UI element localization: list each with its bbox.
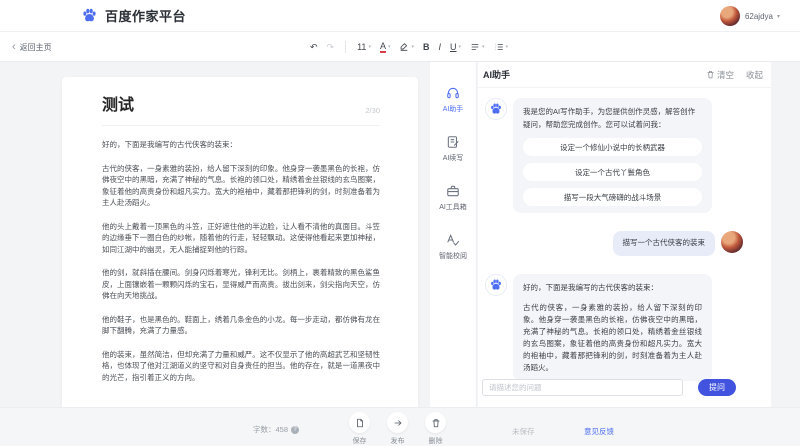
user-menu[interactable]: 62ajdya ▾ <box>720 0 780 32</box>
doc-paragraph: 他的剑，就斜插在腰间。剑身闪烁着寒光，锋利无比。剑柄上，裹着精致的黑色鲨鱼皮，上… <box>102 267 380 302</box>
user-avatar <box>721 231 743 253</box>
ai-assistant-panel: AI助手 清空 收起 我是您的AI写作助手，为您提供创作灵感，解答创作疑问，帮助… <box>478 62 771 407</box>
doc-paragraph: 他的鞋子，也是黑色的。鞋面上，绣着几条金色的小龙。每一步走动，都仿佛有龙在脚下翻… <box>102 314 380 337</box>
back-home-label: 返回主页 <box>20 42 52 53</box>
save-button[interactable]: 保存 <box>349 412 370 446</box>
chat-messages: 我是您的AI写作助手，为您提供创作灵感，解答创作疑问，帮助您完成创作。您可以试着… <box>478 88 771 381</box>
chat-panel-title: AI助手 <box>483 68 510 81</box>
question-input[interactable] <box>482 379 683 396</box>
publish-arrow-icon <box>393 418 403 428</box>
app-header: 百度作家平台 62ajdya ▾ <box>0 0 800 32</box>
ai-avatar <box>485 274 507 296</box>
align-icon <box>470 42 480 52</box>
sidebar-item-ai-assistant[interactable]: AI助手 <box>443 86 464 114</box>
ai-message-row: 我是您的AI写作助手，为您提供创作灵感，解答创作疑问，帮助您完成创作。您可以试着… <box>485 98 743 213</box>
chat-input-row: 提问 <box>478 379 771 396</box>
chevron-down-icon: ▾ <box>506 45 509 50</box>
compose-icon <box>446 135 460 149</box>
editor-toolbar: ‹ 返回主页 ↶ ↷ 11 ▾ A ▾ ▾ B I U ▾ ▾ ▾ <box>0 32 800 62</box>
trash-icon <box>431 418 441 428</box>
text-color-button[interactable]: A ▾ <box>380 42 391 53</box>
ai-avatar <box>485 98 507 120</box>
ai-welcome-bubble: 我是您的AI写作助手，为您提供创作灵感，解答创作疑问，帮助您完成创作。您可以试着… <box>513 98 712 213</box>
chevron-down-icon: ▾ <box>482 45 485 50</box>
footer-bar: 字数： 458 ? 保存 发布 删除 未保存 意见反馈 <box>0 407 800 446</box>
sidebar-item-ai-toolbox[interactable]: AI工具箱 <box>439 184 467 212</box>
clear-chat-button[interactable]: 清空 <box>706 69 734 81</box>
sidebar-item-ai-continue[interactable]: AI续写 <box>443 135 464 163</box>
user-name: 62ajdya <box>745 12 773 21</box>
underline-button[interactable]: U ▾ <box>450 43 461 52</box>
toolbar-divider <box>345 41 346 53</box>
footer-actions: 保存 发布 删除 <box>349 412 446 446</box>
unsaved-status: 未保存 <box>512 426 535 437</box>
suggestion-pill[interactable]: 描写一段大气磅礴的战斗场景 <box>523 188 702 206</box>
delete-button[interactable]: 删除 <box>425 412 446 446</box>
undo-button[interactable]: ↶ <box>310 43 318 52</box>
baidu-paw-icon <box>490 279 502 291</box>
align-button[interactable]: ▾ <box>470 42 485 52</box>
proofread-icon <box>446 233 460 247</box>
main-area: 测试 2/30 好的，下面是我编写的古代侠客的装束： 古代的侠客，一身素雅的装扮… <box>0 62 800 407</box>
chevron-down-icon: ▾ <box>459 45 462 50</box>
welcome-text: 我是您的AI写作助手，为您提供创作灵感，解答创作疑问，帮助您完成创作。您可以试着… <box>523 107 695 129</box>
brand: 百度作家平台 <box>82 6 186 25</box>
word-count: 字数： 458 ? <box>253 424 299 435</box>
publish-button[interactable]: 发布 <box>387 412 408 446</box>
toolbox-icon <box>446 184 460 198</box>
save-file-icon <box>355 418 365 428</box>
highlight-color-button[interactable]: ▾ <box>399 42 414 52</box>
headset-icon <box>446 86 460 100</box>
user-message-bubble: 描写一个古代侠客的装束 <box>613 231 716 256</box>
document-title-input[interactable]: 测试 <box>102 91 134 115</box>
chat-header: AI助手 清空 收起 <box>478 62 771 88</box>
app-title: 百度作家平台 <box>105 6 186 25</box>
collapse-panel-button[interactable]: 收起 <box>746 69 763 81</box>
chevron-left-icon: ‹ <box>12 42 16 53</box>
user-message-row: 描写一个古代侠客的装束 <box>485 231 743 256</box>
font-size-select[interactable]: 11 ▾ <box>357 43 371 52</box>
back-home-link[interactable]: ‹ 返回主页 <box>12 32 52 62</box>
italic-button[interactable]: I <box>439 43 442 52</box>
title-char-count: 2/30 <box>365 106 380 115</box>
baidu-paw-icon <box>490 103 502 115</box>
title-row: 测试 2/30 <box>102 91 380 115</box>
doc-paragraph: 他的头上戴着一顶黑色的斗笠，正好遮住他的半边脸，让人看不清他的真面目。斗笠的边缘… <box>102 221 380 256</box>
reply-body: 古代的侠客，一身素雅的装扮，给人留下深刻的印象。他身穿一袭墨黑色的长袍，仿佛夜空… <box>523 302 702 374</box>
suggestion-pill[interactable]: 设定一个古代丫鬟角色 <box>523 163 702 181</box>
chevron-down-icon: ▾ <box>777 13 780 20</box>
ask-button[interactable]: 提问 <box>698 379 736 396</box>
chevron-down-icon: ▾ <box>388 45 391 50</box>
doc-paragraph: 古代的侠客，一身素雅的装扮，给人留下深刻的印象。他身穿一袭墨黑色的长袍，仿佛夜空… <box>102 163 380 209</box>
trash-icon <box>706 70 715 79</box>
document-body[interactable]: 好的，下面是我编写的古代侠客的装束： 古代的侠客，一身素雅的装扮，给人留下深刻的… <box>102 139 380 383</box>
redo-button[interactable]: ↷ <box>327 43 335 52</box>
user-avatar[interactable] <box>720 6 740 26</box>
chevron-down-icon: ▾ <box>411 45 414 50</box>
baidu-paw-logo-icon <box>82 8 97 23</box>
ai-reply-bubble: 好的，下面是我编写的古代侠客的装束： 古代的侠客，一身素雅的装扮，给人留下深刻的… <box>513 274 712 381</box>
highlighter-icon <box>399 42 409 52</box>
document-editor[interactable]: 测试 2/30 好的，下面是我编写的古代侠客的装束： 古代的侠客，一身素雅的装扮… <box>62 77 418 407</box>
info-icon: ? <box>291 426 299 434</box>
reply-intro: 好的，下面是我编写的古代侠客的装束： <box>523 281 702 294</box>
word-count-label: 字数： <box>253 424 276 435</box>
ai-message-row: 好的，下面是我编写的古代侠客的装束： 古代的侠客，一身素雅的装扮，给人留下深刻的… <box>485 274 743 381</box>
word-count-value: 458 <box>276 425 289 434</box>
doc-paragraph: 他的装束，虽然简洁，但却充满了力量和威严。这不仅显示了他的高超武艺和坚韧性格，也… <box>102 349 380 384</box>
doc-paragraph: 好的，下面是我编写的古代侠客的装束： <box>102 139 380 151</box>
chevron-down-icon: ▾ <box>368 45 371 50</box>
chat-actions: 清空 收起 <box>706 69 763 81</box>
bold-button[interactable]: B <box>423 43 430 52</box>
feedback-link[interactable]: 意见反馈 <box>584 426 614 437</box>
format-tools: ↶ ↷ 11 ▾ A ▾ ▾ B I U ▾ ▾ ▾ <box>310 32 508 62</box>
ai-tools-sidebar: AI助手 AI续写 AI工具箱 智能校阅 <box>430 62 477 407</box>
suggestion-pill[interactable]: 设定一个修仙小说中的长柄武器 <box>523 138 702 156</box>
title-divider <box>102 125 380 126</box>
list-button[interactable]: ▾ <box>494 42 509 52</box>
list-icon <box>494 42 504 52</box>
sidebar-item-smart-proofread[interactable]: 智能校阅 <box>439 233 467 261</box>
